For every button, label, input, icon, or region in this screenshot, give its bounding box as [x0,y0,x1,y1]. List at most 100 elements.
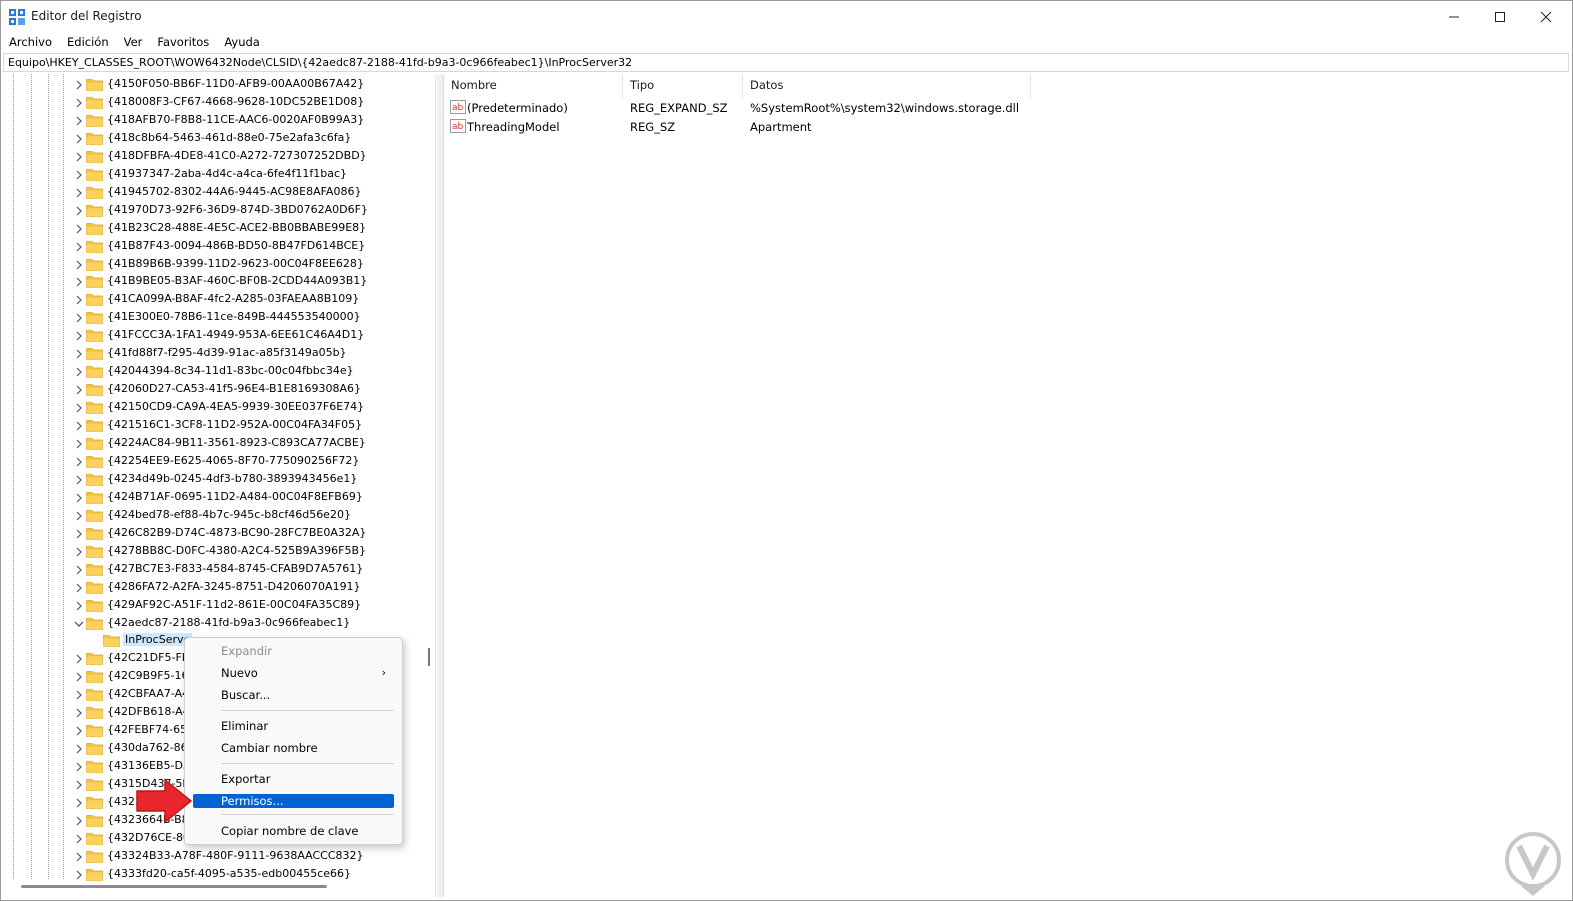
chevron-right-icon[interactable] [74,79,84,91]
chevron-right-icon[interactable] [74,689,84,701]
chevron-right-icon[interactable] [74,851,84,863]
tree-node[interactable]: {41fd88f7-f295-4d39-91ac-a85f3149a05b} [3,345,435,363]
tree-node[interactable]: {42150CD9-CA9A-4EA5-9939-30EE037F6E74} [3,399,435,417]
tree-node[interactable]: {418c8b64-5463-461d-88e0-75e2afa3c6fa} [3,130,435,148]
address-bar[interactable]: Equipo\HKEY_CLASSES_ROOT\WOW6432Node\CLS… [3,53,1569,72]
tree-node[interactable]: {424B71AF-0695-11D2-A484-00C04F8EFB69} [3,489,435,507]
chevron-right-icon[interactable] [74,312,84,324]
tree-node[interactable]: {4278BB8C-D0FC-4380-A2C4-525B9A396F5B} [3,543,435,561]
menu-item-permisos[interactable]: Permisos... [193,794,394,808]
chevron-down-icon[interactable] [74,618,84,630]
tree-node[interactable]: {421516C1-3CF8-11D2-952A-00C04FA34F05} [3,417,435,435]
tree-node[interactable]: {4286FA72-A2FA-3245-8751-D4206070A191} [3,579,435,597]
chevron-right-icon[interactable] [74,187,84,199]
chevron-right-icon[interactable] [74,653,84,665]
chevron-right-icon[interactable] [74,582,84,594]
menu-item-cambiar-nombre[interactable]: Cambiar nombre [193,738,394,758]
tree-node[interactable]: {41B87F43-0094-486B-BD50-8B47FD614BCE} [3,238,435,256]
minimize-button[interactable] [1431,1,1477,33]
chevron-right-icon[interactable] [74,779,84,791]
tree-node[interactable]: {41937347-2aba-4d4c-a4ca-6fe4f11f1bac} [3,166,435,184]
tree-node[interactable]: {43324B33-A78F-480F-9111-9638AACCC832} [3,848,435,866]
tree-node[interactable]: {4333fd20-ca5f-4095-a535-edb00455ce66} [3,866,435,884]
chevron-right-icon[interactable] [74,133,84,145]
chevron-right-icon[interactable] [74,241,84,253]
tree-node[interactable]: {42254EE9-E625-4065-8F70-775090256F72} [3,453,435,471]
chevron-right-icon[interactable] [74,869,84,881]
tree-node[interactable]: {41970D73-92F6-36D9-874D-3BD0762A0D6F} [3,202,435,220]
chevron-right-icon[interactable] [74,797,84,809]
column-divider[interactable] [622,74,623,98]
chevron-right-icon[interactable] [74,510,84,522]
close-button[interactable] [1523,1,1569,33]
chevron-right-icon[interactable] [74,833,84,845]
tree-node[interactable]: {424bed78-ef88-4b7c-945c-b8cf46d56e20} [3,507,435,525]
column-divider[interactable] [1030,74,1031,98]
chevron-right-icon[interactable] [74,330,84,342]
menu-item-eliminar[interactable]: Eliminar [193,716,394,736]
tree-node[interactable]: {4234d49b-0245-4df3-b780-3893943456e1} [3,471,435,489]
tree-node[interactable]: {42044394-8c34-11d1-83bc-00c04fbbc34e} [3,363,435,381]
tree-node[interactable]: {418008F3-CF67-4668-9628-10DC52BE1D08} [3,94,435,112]
chevron-right-icon[interactable] [74,474,84,486]
chevron-right-icon[interactable] [74,492,84,504]
menu-edicion[interactable]: Edición [67,33,109,53]
chevron-right-icon[interactable] [74,707,84,719]
list-row[interactable]: ab ThreadingModel REG_SZ Apartment [444,118,1568,137]
menu-item-nuevo[interactable]: Nuevo › [193,663,394,683]
tree-node[interactable]: {41B9BE05-B3AF-460C-BF0B-2CDD44A093B1} [3,273,435,291]
column-header-nombre[interactable]: Nombre [451,78,497,92]
tree-node[interactable]: {42060D27-CA53-41f5-96E4-B1E8169308A6} [3,381,435,399]
tree-node[interactable]: {42aedc87-2188-41fd-b9a3-0c966feabec1} [3,615,435,633]
chevron-right-icon[interactable] [74,97,84,109]
title-bar[interactable]: Editor del Registro [1,1,1572,33]
menu-item-exportar[interactable]: Exportar [193,769,394,789]
chevron-right-icon[interactable] [74,348,84,360]
column-header-tipo[interactable]: Tipo [630,78,654,92]
tree-node[interactable]: {4150F050-BB6F-11D0-AFB9-00AA00B67A42} [3,76,435,94]
tree-node[interactable]: {429AF92C-A51F-11d2-861E-00C04FA35C89} [3,597,435,615]
tree-node[interactable]: {41CA099A-B8AF-4fc2-A285-03FAEAA8B109} [3,291,435,309]
tree-horizontal-scrollbar[interactable] [21,885,327,888]
menu-archivo[interactable]: Archivo [9,33,52,53]
menu-item-expandir[interactable]: Expandir [193,641,394,661]
menu-ayuda[interactable]: Ayuda [224,33,260,53]
chevron-right-icon[interactable] [74,384,84,396]
tree-node[interactable]: {41B23C28-488E-4E5C-ACE2-BB0BBABE99E8} [3,220,435,238]
column-divider[interactable] [742,74,743,98]
chevron-right-icon[interactable] [74,223,84,235]
values-list-pane[interactable]: Nombre Tipo Datos ab (Predeterminado) RE… [443,74,1568,897]
chevron-right-icon[interactable] [74,115,84,127]
tree-node[interactable]: {418AFB70-F8B8-11CE-AAC6-0020AF0B99A3} [3,112,435,130]
menu-favoritos[interactable]: Favoritos [157,33,209,53]
maximize-button[interactable] [1477,1,1523,33]
tree-node[interactable]: {4224AC84-9B11-3561-8923-C893CA77ACBE} [3,435,435,453]
chevron-right-icon[interactable] [74,420,84,432]
tree-node[interactable]: {41945702-8302-44A6-9445-AC98E8AFA086} [3,184,435,202]
chevron-right-icon[interactable] [74,546,84,558]
chevron-right-icon[interactable] [74,402,84,414]
chevron-right-icon[interactable] [74,151,84,163]
chevron-right-icon[interactable] [74,761,84,773]
tree-node[interactable]: {427BC7E3-F833-4584-8745-CFAB9D7A5761} [3,561,435,579]
chevron-right-icon[interactable] [74,815,84,827]
chevron-right-icon[interactable] [74,169,84,181]
chevron-right-icon[interactable] [74,276,84,288]
chevron-right-icon[interactable] [74,528,84,540]
chevron-right-icon[interactable] [74,259,84,271]
menu-item-buscar[interactable]: Buscar... [193,685,394,705]
chevron-right-icon[interactable] [74,438,84,450]
menu-item-copiar-nombre-de-clave[interactable]: Copiar nombre de clave [193,821,394,841]
chevron-right-icon[interactable] [74,294,84,306]
list-row[interactable]: ab (Predeterminado) REG_EXPAND_SZ %Syste… [444,99,1568,118]
chevron-right-icon[interactable] [74,743,84,755]
chevron-right-icon[interactable] [74,366,84,378]
tree-vertical-scrollbar[interactable] [428,648,430,666]
tree-node[interactable]: {41B89B6B-9399-11D2-9623-00C04F8EE628} [3,256,435,274]
chevron-right-icon[interactable] [74,725,84,737]
tree-node[interactable]: {426C82B9-D74C-4873-BC90-28FC7BE0A32A} [3,525,435,543]
chevron-right-icon[interactable] [74,564,84,576]
chevron-right-icon[interactable] [74,671,84,683]
tree-node[interactable]: {41E300E0-78B6-11ce-849B-444553540000} [3,309,435,327]
column-header-datos[interactable]: Datos [750,78,783,92]
